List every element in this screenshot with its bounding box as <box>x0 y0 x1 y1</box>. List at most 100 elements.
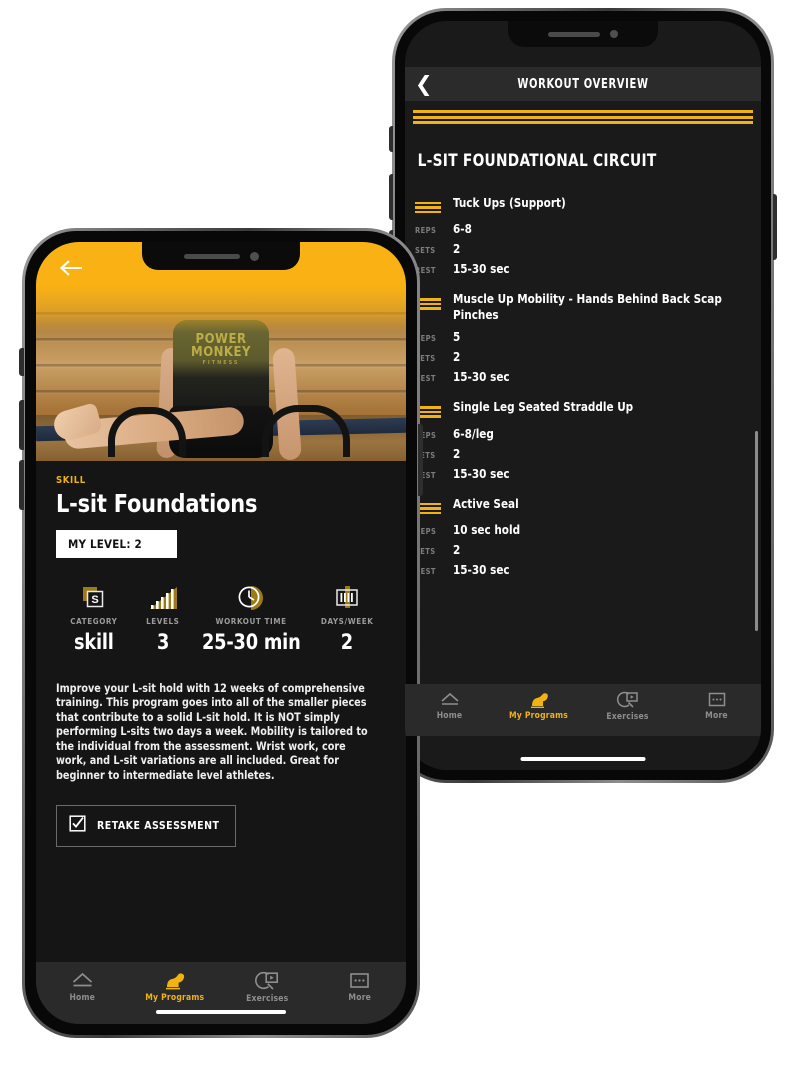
exercise-item[interactable]: Active Seal REPS 10 sec hold SETS 2 REST… <box>405 488 761 585</box>
bicep-icon <box>527 691 551 708</box>
tab-my-programs[interactable]: My Programs <box>129 971 222 1003</box>
exercise-item[interactable]: Single Leg Seated Straddle Up REPS 6-8/l… <box>405 391 761 488</box>
checkbox-check-icon <box>69 815 86 837</box>
tab-label: Exercises <box>246 994 289 1004</box>
rest-row: REST 15-30 sec <box>415 261 751 276</box>
shirt-text-line3: FITNESS <box>202 360 240 367</box>
program-hero-image: POWER MONKEY FITNESS <box>36 242 406 461</box>
rear-power-button[interactable] <box>773 194 777 260</box>
home-icon <box>70 971 95 990</box>
parallette-right <box>262 405 350 457</box>
front-silent-switch[interactable] <box>19 348 24 376</box>
reps-row: REPS 5 <box>415 329 751 344</box>
exercise-stats: REPS 10 sec hold SETS 2 REST 15-30 sec <box>405 516 761 577</box>
exercise-item[interactable]: Tuck Ups (Support) REPS 6-8 SETS 2 REST … <box>405 187 761 284</box>
exercise-stats: REPS 6-8 SETS 2 REST 15-30 sec <box>405 215 761 276</box>
stat-value: 2 <box>341 630 354 654</box>
rear-home-indicator[interactable] <box>520 757 646 761</box>
rear-bottom-navigation: Home My Programs Exercises More <box>405 684 761 736</box>
front-camera <box>249 251 259 261</box>
rear-silent-switch[interactable] <box>389 126 393 152</box>
screenshot-stage: ❮ WORKOUT OVERVIEW L-SIT FOUNDATIONAL CI… <box>0 0 800 1080</box>
tab-home[interactable]: Home <box>405 691 494 721</box>
front-bottom-navigation: Home My Programs Exercises More <box>36 962 406 1024</box>
stat-caption: LEVELS <box>146 617 180 626</box>
bicep-icon <box>161 971 188 990</box>
program-stats-row: S CATEGORY skill LEVELS 3 WORKOUT TIME 2… <box>56 584 386 654</box>
earpiece-speaker <box>183 253 240 259</box>
tab-exercises[interactable]: Exercises <box>221 971 314 1004</box>
triple-rule-divider <box>405 101 761 124</box>
reps-row: REPS 6-8 <box>415 221 751 236</box>
rest-value: 15-30 sec <box>453 261 510 276</box>
stat-category: S CATEGORY skill <box>56 584 132 654</box>
more-dots-icon <box>348 971 371 990</box>
svg-text:S: S <box>91 594 98 606</box>
tab-label: Exercises <box>606 712 649 722</box>
clock-icon <box>194 584 309 612</box>
my-level-badge[interactable]: MY LEVEL: 2 <box>56 530 177 558</box>
video-search-icon <box>616 691 639 709</box>
tab-my-programs[interactable]: My Programs <box>494 691 583 721</box>
calendar-icon <box>308 584 386 612</box>
tab-home[interactable]: Home <box>36 971 129 1003</box>
retake-assessment-label: RETAKE ASSESSMENT <box>97 820 220 833</box>
sets-row: SETS 2 <box>415 241 751 256</box>
reps-value: 6-8 <box>453 221 472 236</box>
more-dots-icon <box>707 691 727 708</box>
reps-row: REPS 10 sec hold <box>415 522 751 537</box>
sets-value: 2 <box>453 445 461 461</box>
exercise-list: Tuck Ups (Support) REPS 6-8 SETS 2 REST … <box>405 171 761 591</box>
parallette-left <box>108 407 186 457</box>
rest-row: REST 15-30 sec <box>415 369 751 384</box>
program-detail-scroll[interactable]: POWER MONKEY FITNESS SKILL L-sit Foundat… <box>36 242 406 1024</box>
reps-value: 6-8/leg <box>453 425 494 441</box>
front-volume-down-button[interactable] <box>19 460 24 510</box>
front-phone-device: POWER MONKEY FITNESS SKILL L-sit Foundat… <box>19 228 423 1050</box>
exercise-header: Tuck Ups (Support) <box>405 195 761 216</box>
sets-row: SETS 2 <box>415 349 751 364</box>
sets-value: 2 <box>453 241 461 256</box>
workout-scroll-area[interactable]: L-SIT FOUNDATIONAL CIRCUIT Tuck Ups (Sup… <box>405 101 761 770</box>
rear-volume-up-button[interactable] <box>389 174 393 220</box>
tab-label: My Programs <box>145 993 205 1003</box>
exercise-item[interactable]: Muscle Up Mobility - Hands Behind Back S… <box>405 283 761 391</box>
triple-bar-icon <box>415 201 441 216</box>
vertical-scrollbar[interactable] <box>755 431 758 631</box>
retake-assessment-button[interactable]: RETAKE ASSESSMENT <box>56 805 237 848</box>
reps-value: 5 <box>453 329 461 344</box>
stat-caption: DAYS/WEEK <box>320 617 374 626</box>
sets-value: 2 <box>453 349 461 364</box>
tab-label: More <box>705 711 728 721</box>
sets-row: SETS 2 <box>415 542 751 557</box>
tab-exercises[interactable]: Exercises <box>583 691 672 722</box>
stat-caption: CATEGORY <box>70 617 118 626</box>
tab-more[interactable]: More <box>314 971 407 1003</box>
rest-row: REST 15-30 sec <box>415 562 751 577</box>
chevron-left-icon[interactable]: ❮ <box>415 74 437 95</box>
tab-label: Home <box>436 711 463 721</box>
home-icon <box>439 691 461 708</box>
front-notch <box>142 242 300 270</box>
exercise-header: Active Seal <box>405 496 761 517</box>
front-camera <box>610 30 618 38</box>
tab-label: More <box>348 993 372 1003</box>
reps-value: 10 sec hold <box>453 522 521 537</box>
rest-value: 15-30 sec <box>453 465 510 481</box>
rest-row: REST 15-30 sec <box>415 466 751 481</box>
shirt-graphic: POWER MONKEY FITNESS <box>166 333 276 367</box>
stat-value: 25-30 min <box>201 630 301 654</box>
stat-days-per-week: DAYS/WEEK 2 <box>308 584 386 654</box>
stat-levels: LEVELS 3 <box>132 584 194 654</box>
front-home-indicator[interactable] <box>156 1010 286 1014</box>
front-volume-up-button[interactable] <box>19 400 24 450</box>
hero-photo: POWER MONKEY FITNESS <box>36 286 406 461</box>
sets-value: 2 <box>453 542 461 557</box>
rear-phone-device: ❮ WORKOUT OVERVIEW L-SIT FOUNDATIONAL CI… <box>389 8 777 793</box>
arrow-left-icon[interactable] <box>58 258 84 283</box>
bar-chart-icon <box>132 584 194 612</box>
exercise-name: Tuck Ups (Support) <box>453 194 566 210</box>
tab-more[interactable]: More <box>672 691 761 721</box>
front-power-button[interactable] <box>418 424 423 496</box>
earpiece-speaker <box>548 31 600 37</box>
